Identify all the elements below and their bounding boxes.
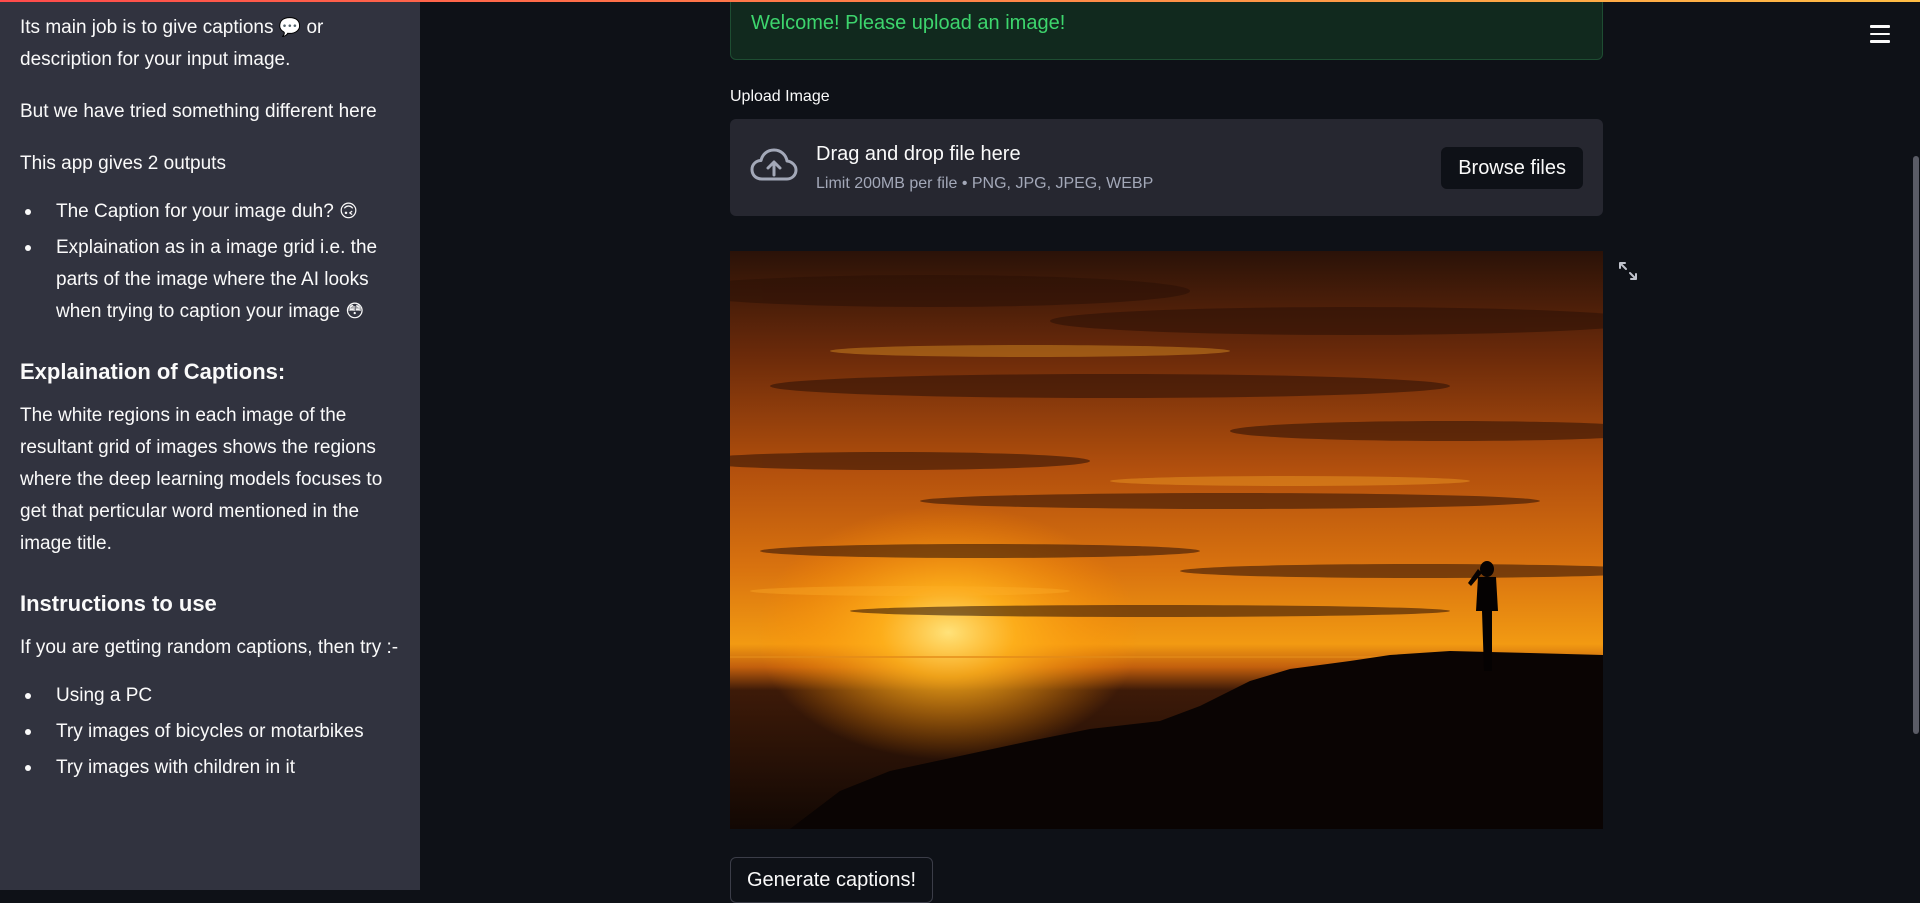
file-dropzone[interactable]: Drag and drop file here Limit 200MB per …: [730, 119, 1603, 216]
scrollbar-thumb[interactable]: [1913, 156, 1919, 734]
upload-label: Upload Image: [730, 88, 830, 105]
sidebar-paragraph-outputs: This app gives 2 outputs: [20, 153, 226, 174]
list-item: Explaination as in a image grid i.e. the…: [20, 232, 400, 328]
generate-captions-button[interactable]: Generate captions!: [730, 857, 933, 903]
hamburger-menu-icon[interactable]: [1864, 18, 1896, 50]
browse-files-button[interactable]: Browse files: [1441, 147, 1583, 189]
top-decoration-bar: [0, 0, 1920, 2]
upside-down-face-emoji: 🙃: [339, 201, 358, 222]
sidebar-intro: Its main job is to give captions 💬 or de…: [20, 17, 324, 70]
list-item: Using a PC: [20, 680, 400, 712]
dropzone-title: Drag and drop file here: [816, 143, 1021, 165]
sunset-photo: [730, 251, 1603, 829]
uploaded-image: [730, 251, 1603, 829]
sidebar-paragraph-different: But we have tried something different he…: [20, 101, 377, 122]
instructions-text: If you are getting random captions, then…: [20, 637, 399, 658]
cloud-upload-icon: [750, 148, 798, 181]
main-content: Welcome! Please upload an image! Upload …: [420, 0, 1920, 903]
list-item: Try images with children in it: [20, 752, 400, 784]
heading-captions: Explaination of Captions:: [20, 359, 286, 384]
flushed-face-emoji: 😳: [345, 301, 365, 322]
sidebar: Its main job is to give captions 💬 or de…: [0, 0, 420, 890]
heading-instructions: Instructions to use: [20, 591, 217, 616]
dropzone-limits: Limit 200MB per file • PNG, JPG, JPEG, W…: [816, 175, 1154, 192]
list-item: Try images of bicycles or motarbikes: [20, 716, 400, 748]
speech-bubble-emoji: 💬: [278, 17, 302, 38]
outputs-list: The Caption for your image duh? 🙃 Explai…: [20, 196, 400, 328]
fullscreen-expand-icon[interactable]: [1616, 259, 1640, 283]
list-item: The Caption for your image duh? 🙃: [20, 196, 400, 228]
welcome-alert: Welcome! Please upload an image!: [730, 0, 1603, 60]
tips-list: Using a PC Try images of bicycles or mot…: [20, 680, 400, 784]
captions-explanation: The white regions in each image of the r…: [20, 405, 383, 554]
